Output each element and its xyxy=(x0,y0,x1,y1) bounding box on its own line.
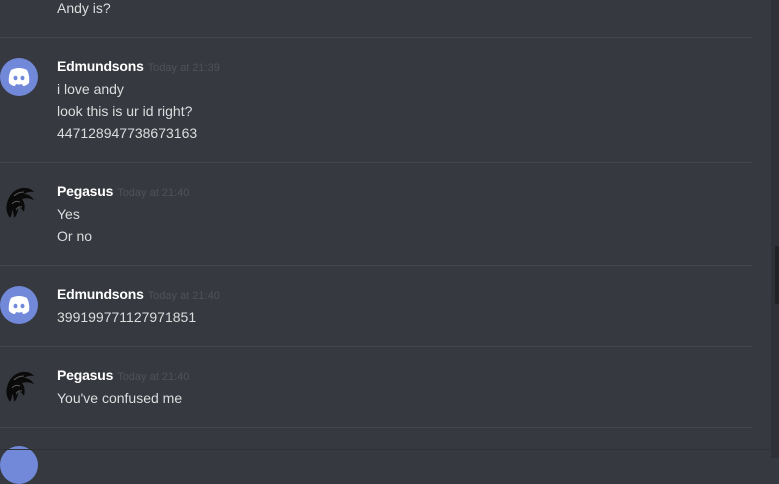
timestamp[interactable]: Today at 21:40 xyxy=(148,290,220,302)
timestamp[interactable]: Today at 21:39 xyxy=(148,62,220,74)
avatar[interactable] xyxy=(0,182,38,220)
pegasus-avatar-icon xyxy=(6,187,34,218)
message-line: look this is ur id right? xyxy=(57,103,193,119)
message-group: Pegasus Today at 21:40 You've confused me xyxy=(0,346,752,428)
message-line: i love andy xyxy=(57,81,124,97)
chat-messages: Andy is? Edmundsons Today at 21:39 i love… xyxy=(0,0,752,484)
message-group xyxy=(0,427,752,484)
message-line: Yes xyxy=(57,206,80,222)
message-group: Edmundsons Today at 21:39 i love andy loo… xyxy=(0,37,752,163)
scrollbar-track[interactable] xyxy=(771,0,779,458)
message-group: Edmundsons Today at 21:40 399199771127971… xyxy=(0,265,752,347)
message-header: Edmundsons Today at 21:40 xyxy=(57,286,220,304)
discord-logo-icon xyxy=(8,296,30,314)
avatar[interactable] xyxy=(0,58,38,96)
divider xyxy=(0,449,779,450)
timestamp[interactable]: Today at 21:40 xyxy=(117,371,189,383)
message-group: Pegasus Today at 21:40 Yes Or no xyxy=(0,162,752,266)
pegasus-avatar-icon xyxy=(6,371,34,402)
username[interactable]: Edmundsons xyxy=(57,286,144,302)
username[interactable]: Pegasus xyxy=(57,367,113,383)
message-line: 399199771127971851 xyxy=(57,309,197,325)
avatar[interactable] xyxy=(0,286,38,324)
timestamp[interactable]: Today at 21:40 xyxy=(117,187,189,199)
message-line: Or no xyxy=(57,228,93,244)
scrollbar-thumb[interactable] xyxy=(775,246,779,304)
message-line: Andy is? xyxy=(57,0,111,16)
username[interactable]: Pegasus xyxy=(57,183,113,199)
message-group: Andy is? xyxy=(0,0,752,37)
message-header: Edmundsons Today at 21:39 xyxy=(57,58,220,76)
discord-logo-icon xyxy=(8,68,30,86)
username[interactable]: Edmundsons xyxy=(57,58,144,74)
message-line: 447128947738673163 xyxy=(57,125,198,141)
message-header: Pegasus Today at 21:40 xyxy=(57,183,189,201)
message-header: Pegasus Today at 21:40 xyxy=(57,367,189,385)
avatar[interactable] xyxy=(0,446,38,484)
avatar[interactable] xyxy=(0,366,38,404)
message-line: You've confused me xyxy=(57,390,183,406)
